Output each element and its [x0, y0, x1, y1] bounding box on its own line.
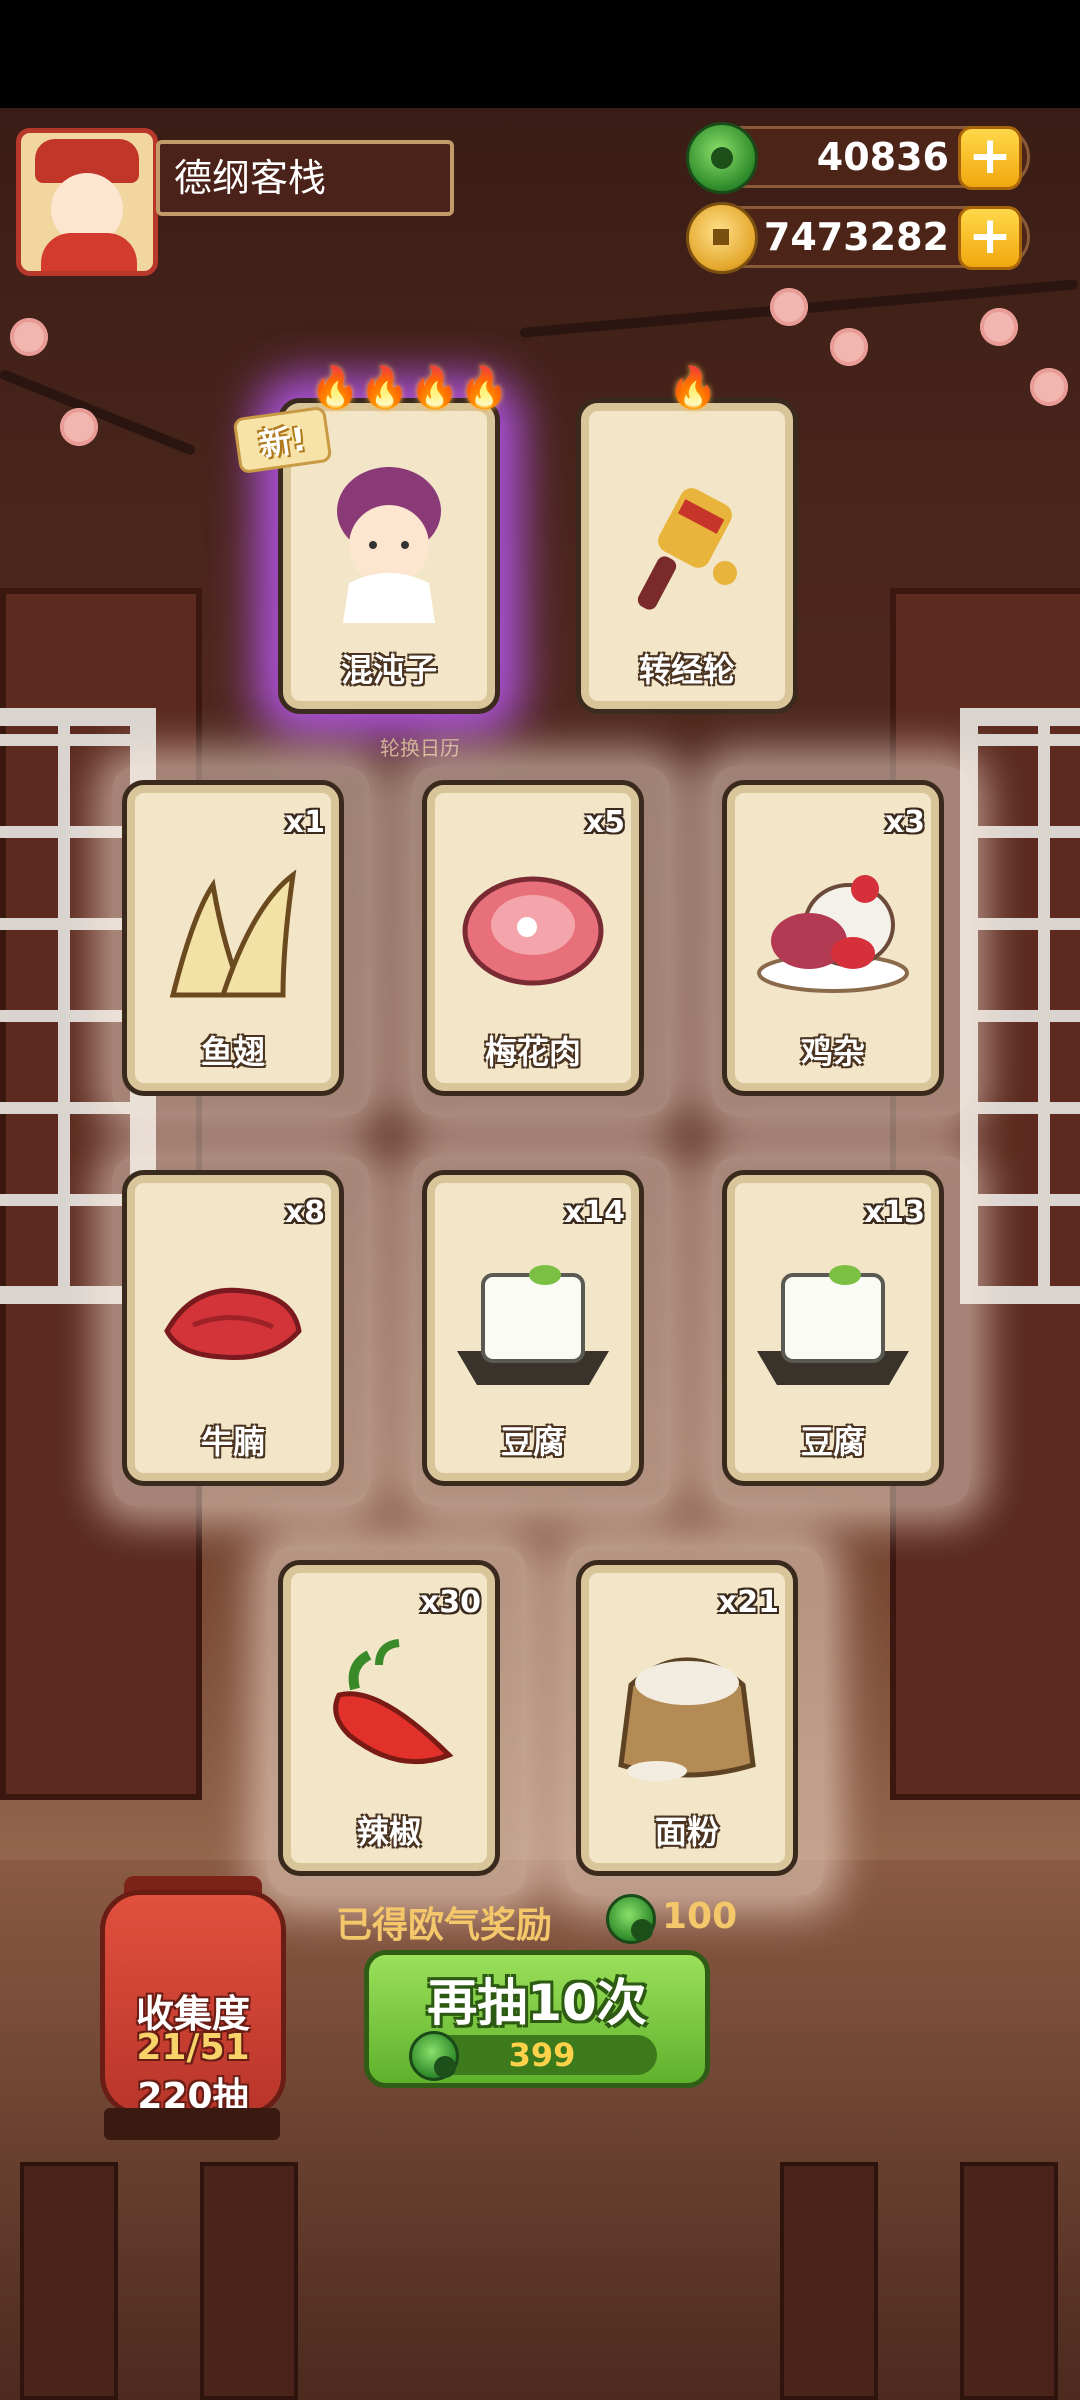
coin-icon	[686, 202, 758, 274]
card-item[interactable]: x21 面粉	[576, 1560, 798, 1876]
card-item[interactable]: x8 牛腩	[122, 1170, 344, 1486]
add-coin-button[interactable]: +	[958, 206, 1022, 270]
card-quantity: x30	[419, 1585, 481, 1620]
lantern-base	[104, 2108, 280, 2140]
collection-lantern-button[interactable]: 收集度 21/51 220抽	[100, 1890, 286, 2117]
card-name: 牛腩	[200, 1423, 265, 1461]
chili-pepper-icon	[333, 1639, 454, 1765]
card-item[interactable]: x14 豆腐	[422, 1170, 644, 1486]
card-quantity: x3	[884, 805, 925, 840]
luck-reward: 已得欧气奖励 100	[336, 1890, 756, 1946]
chicken-giblets-icon	[757, 875, 909, 993]
card-name: 混沌子	[340, 651, 437, 689]
girl-character-icon	[337, 467, 441, 623]
player-avatar[interactable]	[16, 128, 158, 276]
blossom	[770, 288, 808, 326]
card-name: 转经轮	[638, 651, 735, 689]
window-lattice-right	[960, 708, 1080, 1304]
flour-sack-icon	[618, 1657, 756, 1781]
card-item[interactable]: x5 梅花肉	[422, 780, 644, 1096]
avatar-body	[41, 233, 137, 271]
pork-meat-icon	[462, 876, 604, 986]
draw-cost: 399	[409, 2031, 657, 2081]
blossom	[830, 328, 868, 366]
card-name: 梅花肉	[484, 1033, 581, 1071]
card-quantity: x1	[284, 805, 325, 840]
shark-fin-icon	[169, 869, 297, 998]
card-item[interactable]: x30 辣椒	[278, 1560, 500, 1876]
blossom	[980, 308, 1018, 346]
card-quantity: x13	[863, 1195, 925, 1230]
fence-post	[20, 2162, 118, 2400]
draw-again-button[interactable]: 再抽10次 399	[364, 1950, 710, 2088]
rotation-calendar-label: 轮换日历	[380, 736, 460, 760]
tofu-icon	[457, 1265, 609, 1385]
card-name: 豆腐	[500, 1423, 565, 1461]
card-quantity: x5	[584, 805, 625, 840]
prayer-wheel-icon	[637, 488, 737, 610]
card-name: 辣椒	[356, 1813, 421, 1851]
tofu-icon	[757, 1265, 909, 1385]
collection-progress: 21/51	[136, 2027, 250, 2068]
add-jade-button[interactable]: +	[958, 126, 1022, 190]
branch-left	[0, 368, 197, 457]
inn-name: 德纲客栈	[156, 140, 454, 216]
card-name: 鱼翅	[200, 1033, 265, 1071]
card-item[interactable]: x3 鸡杂	[722, 780, 944, 1096]
card-quantity: x8	[284, 1195, 325, 1230]
luck-reward-amount: 100	[662, 1896, 738, 1937]
luck-reward-label: 已得欧气奖励	[336, 1905, 553, 1946]
card-quantity: x14	[563, 1195, 625, 1230]
beef-brisket-icon	[164, 1287, 302, 1360]
card-item[interactable]: x1 鱼翅	[122, 780, 344, 1096]
blossom	[10, 318, 48, 356]
blossom	[1030, 368, 1068, 406]
draw-again-label: 再抽10次	[427, 1974, 647, 2032]
draw-cost-amount: 399	[508, 2036, 576, 2074]
card-name: 鸡杂	[800, 1033, 865, 1071]
fence-post	[780, 2162, 878, 2400]
jade-amount: 40836	[816, 135, 949, 179]
coin-amount: 7473282	[763, 215, 949, 259]
card-name: 面粉	[654, 1813, 719, 1851]
jade-icon	[686, 122, 758, 194]
card-item[interactable]: 转经轮	[576, 398, 798, 714]
rarity-flames: 🔥	[668, 365, 718, 411]
card-name: 豆腐	[800, 1423, 865, 1461]
card-item[interactable]: x13 豆腐	[722, 1170, 944, 1486]
blossom	[60, 408, 98, 446]
card-quantity: x21	[717, 1585, 779, 1620]
fence-post	[200, 2162, 298, 2400]
rarity-flames: 🔥🔥🔥🔥	[310, 365, 510, 411]
fence-post	[960, 2162, 1058, 2400]
status-bar-area	[0, 0, 1080, 108]
jade-icon	[606, 1894, 656, 1944]
